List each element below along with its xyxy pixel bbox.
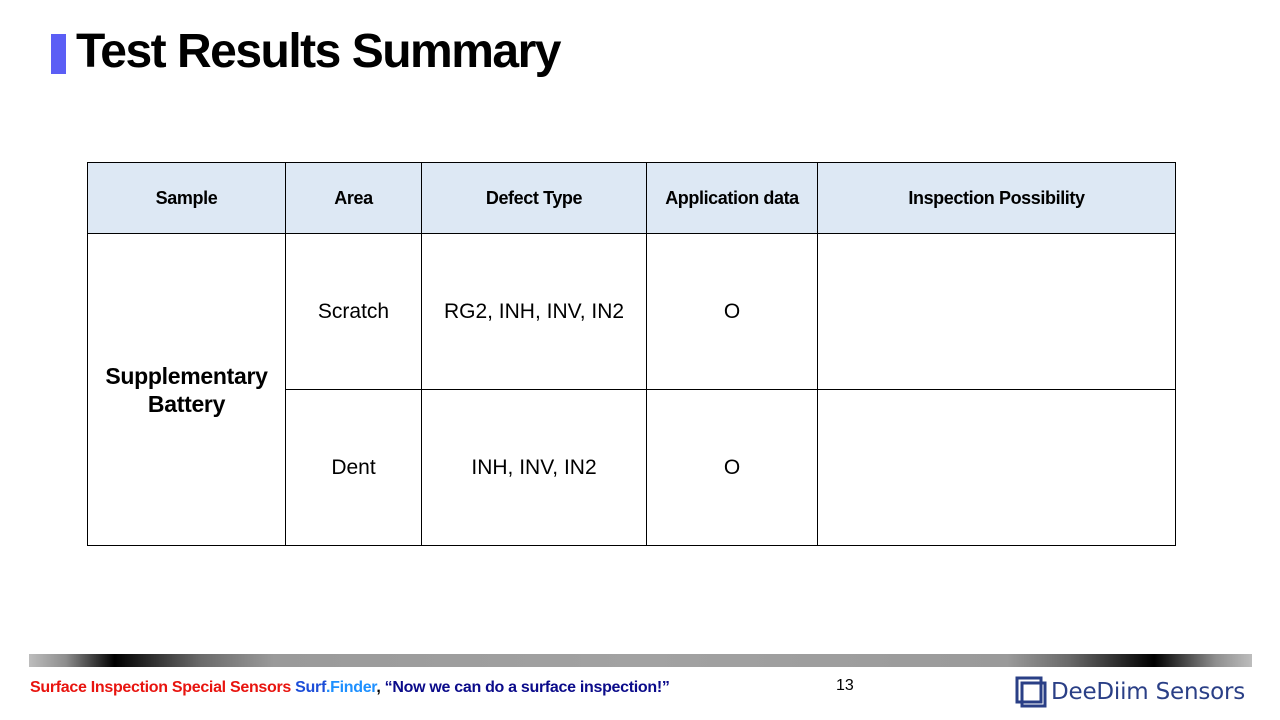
company-logo: DeeDiim Sensors bbox=[1015, 676, 1245, 708]
footer-gradient-band bbox=[29, 654, 1252, 667]
table-row: Supplementary Battery Scratch RG2, INH, … bbox=[87, 233, 1176, 546]
footer-slogan: “Now we can do a surface inspection!” bbox=[384, 679, 670, 696]
area-cell: Scratch bbox=[285, 233, 422, 390]
logo-text: DeeDiim Sensors bbox=[1051, 679, 1246, 705]
header-inspection-possibility: Inspection Possibility bbox=[817, 162, 1176, 234]
sample-cell: Supplementary Battery bbox=[87, 233, 286, 546]
header-application-data: Application data bbox=[646, 162, 818, 234]
application-data-cell: O bbox=[646, 389, 818, 546]
inspection-possibility-cell bbox=[817, 233, 1176, 390]
header-defect-type: Defect Type bbox=[421, 162, 647, 234]
page-title: Test Results Summary bbox=[76, 25, 561, 78]
footer-separator: , bbox=[376, 679, 385, 696]
header-sample: Sample bbox=[87, 162, 286, 234]
footer-tagline: Surface Inspection Special Sensors Surf.… bbox=[30, 679, 670, 697]
table-header-row: Sample Area Defect Type Application data… bbox=[87, 162, 1176, 234]
page-number: 13 bbox=[836, 677, 854, 694]
inspection-possibility-cell bbox=[817, 389, 1176, 546]
header-area: Area bbox=[285, 162, 422, 234]
logo-mark-icon bbox=[1015, 676, 1047, 708]
footer-tagline-part: Surface Inspection Special Sensors bbox=[30, 679, 296, 696]
area-cell: Dent bbox=[285, 389, 422, 546]
defect-type-cell: RG2, INH, INV, IN2 bbox=[421, 233, 647, 390]
application-data-cell: O bbox=[646, 233, 818, 390]
footer-brand-finder: .Finder bbox=[325, 679, 377, 696]
sample-label: Supplementary Battery bbox=[105, 362, 268, 417]
title-accent-bar bbox=[51, 34, 66, 74]
footer-brand-surf: Surf bbox=[295, 679, 326, 696]
results-table: Sample Area Defect Type Application data… bbox=[87, 162, 1176, 546]
defect-type-cell: INH, INV, IN2 bbox=[421, 389, 647, 546]
